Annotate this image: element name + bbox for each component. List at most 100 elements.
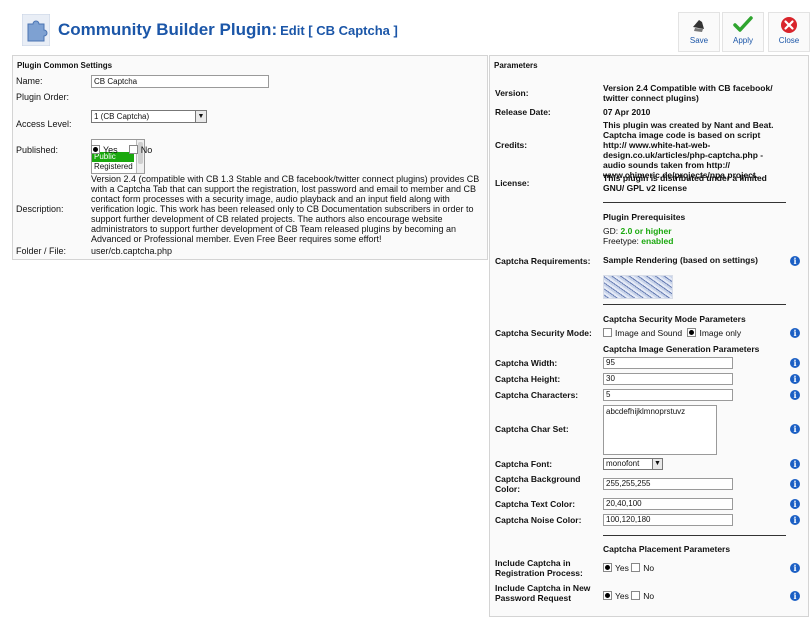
version-value: Version 2.4 Compatible with CB facebook/… [603,83,773,103]
captcha-characters-label: Captcha Characters: [495,390,579,400]
save-button-label: Save [689,36,709,45]
info-icon[interactable]: i [790,374,800,384]
close-button-label: Close [778,36,800,45]
release-date-label: Release Date: [495,107,551,117]
divider [603,535,786,536]
parameters-panel: Parameters Version: Version 2.4 Compatib… [489,55,809,617]
captcha-background-color-input[interactable]: 255,255,255 [603,478,733,490]
description-label: Description: [16,204,64,214]
credits-value: This plugin was created by Nant and Beat… [603,120,774,180]
access-level-label: Access Level: [16,119,72,129]
freetype-prerequisite: Freetype: enabled [603,236,783,246]
captcha-charset-textarea[interactable]: abcdefhijklmnoprstuvz [603,405,717,455]
name-label: Name: [16,76,43,86]
chevron-down-icon[interactable]: ▼ [652,459,662,469]
published-no-radio[interactable] [128,145,138,154]
page-title: Community Builder Plugin: Edit [ CB Captc… [58,20,398,40]
name-input[interactable]: CB Captcha [91,75,269,88]
parameters-heading: Parameters [494,61,538,70]
captcha-characters-input[interactable]: 5 [603,389,733,401]
password-yes-radio[interactable] [603,591,612,600]
security-mode-heading: Captcha Security Mode Parameters [603,314,746,324]
registration-no-radio[interactable] [631,563,641,572]
published-no-label: No [140,145,153,155]
info-icon[interactable]: i [790,390,800,400]
release-date-value: 07 Apr 2010 [603,107,651,117]
page-header: Community Builder Plugin: Edit [ CB Captc… [0,0,811,56]
security-image-sound-radio[interactable] [603,328,612,337]
password-yes-label: Yes [615,591,629,601]
credits-label: Credits: [495,140,528,150]
registration-captcha-radio-group: Yes No [603,563,783,573]
registration-no-label: No [643,563,655,573]
captcha-width-label: Captcha Width: [495,358,558,368]
security-image-sound-label: Image and Sound [615,328,683,338]
password-captcha-label: Include Captcha in New Password Request [495,583,591,603]
plugin-order-select[interactable]: 1 (CB Captcha) ▼ [91,110,207,123]
password-no-radio[interactable] [631,591,641,600]
license-label: License: [495,178,530,188]
chevron-down-icon[interactable]: ▼ [195,111,206,122]
info-icon[interactable]: i [790,424,800,434]
captcha-height-input[interactable]: 30 [603,373,733,385]
apply-button[interactable]: Apply [722,12,764,52]
captcha-noise-color-label: Captcha Noise Color: [495,515,582,525]
info-icon[interactable]: i [790,256,800,266]
access-option-registered[interactable]: Registered [92,162,134,172]
prerequisites-heading: Plugin Prerequisites [603,212,686,222]
freetype-value: enabled [641,236,674,246]
captcha-height-label: Captcha Height: [495,374,561,384]
info-icon[interactable]: i [790,459,800,469]
folder-file-value: user/cb.captcha.php [91,246,173,256]
captcha-width-input[interactable]: 95 [603,357,733,369]
info-icon[interactable]: i [790,358,800,368]
published-radio-group: Yes No [91,145,152,155]
apply-button-label: Apply [732,36,753,45]
security-image-only-label: Image only [699,328,742,338]
info-icon[interactable]: i [790,499,800,509]
description-text: Version 2.4 (compatible with CB 1.3 Stab… [91,174,480,244]
published-label: Published: [16,145,59,155]
gd-value: 2.0 or higher [620,226,672,236]
version-label: Version: [495,88,529,98]
captcha-noise-color-input[interactable]: 100,120,180 [603,514,733,526]
divider [603,304,786,305]
save-button[interactable]: Save [678,12,720,52]
page-subtitle: Edit [ CB Captcha ] [280,23,398,38]
divider [603,202,786,203]
info-icon[interactable]: i [790,515,800,525]
info-icon[interactable]: i [790,479,800,489]
captcha-background-color-label: Captcha Background Color: [495,474,581,494]
folder-file-label: Folder / File: [16,246,67,256]
info-icon[interactable]: i [790,328,800,338]
security-mode-radio-group: Image and Sound Image only [603,328,783,338]
captcha-requirements-label: Captcha Requirements: [495,256,591,266]
license-value: This plugin is distributed under a limit… [603,173,767,193]
close-icon [781,17,797,33]
password-captcha-radio-group: Yes No [603,591,783,601]
checkmark-icon [733,16,753,32]
registration-yes-label: Yes [615,563,629,573]
gd-label: GD: [603,226,619,236]
plugin-common-settings-panel: Plugin Common Settings Name: CB Captcha … [12,55,488,260]
info-icon[interactable]: i [790,591,800,601]
captcha-sample-image [603,275,673,299]
captcha-requirements-value: Sample Rendering (based on settings) [603,255,758,265]
panel-heading: Plugin Common Settings [17,61,113,70]
captcha-text-color-input[interactable]: 20,40,100 [603,498,733,510]
info-icon[interactable]: i [790,563,800,573]
security-mode-label: Captcha Security Mode: [495,328,592,338]
password-no-label: No [643,591,655,601]
security-image-only-radio[interactable] [687,328,697,337]
gd-prerequisite: GD: 2.0 or higher [603,226,783,236]
captcha-font-select[interactable]: monofont ▼ [603,458,663,470]
close-button[interactable]: Close [768,12,810,52]
registration-yes-radio[interactable] [603,563,612,572]
plugin-order-label: Plugin Order: [16,92,70,102]
published-yes-radio[interactable] [91,145,100,154]
image-generation-heading: Captcha Image Generation Parameters [603,344,760,354]
captcha-font-label: Captcha Font: [495,459,553,469]
save-icon [693,20,704,32]
placement-heading: Captcha Placement Parameters [603,544,731,554]
captcha-text-color-label: Captcha Text Color: [495,499,576,509]
